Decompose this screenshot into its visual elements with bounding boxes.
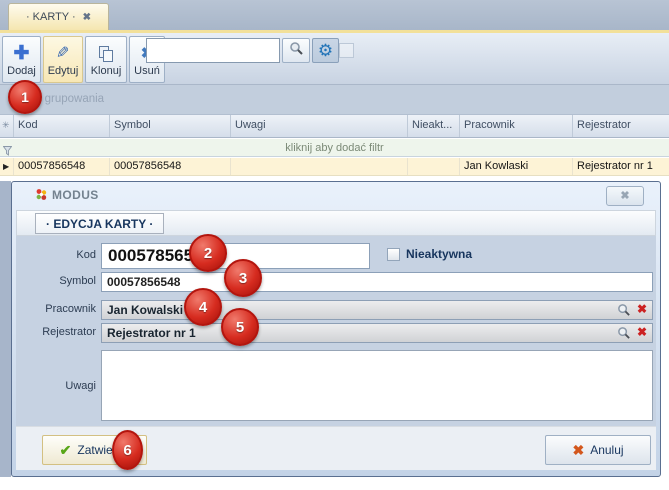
plus-icon: ✚ xyxy=(14,43,30,65)
delete-button-label: Usuń xyxy=(134,65,160,77)
lookup-clear-icon[interactable]: ✖ xyxy=(637,325,647,339)
cell-kod: 00057856548 xyxy=(14,158,110,175)
kod-label: Kod xyxy=(16,249,96,261)
lookup-search-icon[interactable] xyxy=(617,326,631,343)
column-header-nieaktywna[interactable]: Nieakt... xyxy=(408,115,460,137)
lookup-clear-icon[interactable]: ✖ xyxy=(637,302,647,316)
column-header-kod[interactable]: Kod xyxy=(14,115,110,137)
edit-button-label: Edytuj xyxy=(48,65,79,77)
nieaktywna-label: Nieaktywna xyxy=(406,247,472,261)
group-panel[interactable]: Panel grupowania xyxy=(0,85,669,114)
symbol-label: Symbol xyxy=(16,275,96,287)
gear-icon: ⚙ xyxy=(318,42,333,59)
pracownik-label: Pracownik xyxy=(16,303,96,315)
rejestrator-label: Rejestrator xyxy=(16,326,96,338)
rejestrator-value: Rejestrator nr 1 xyxy=(107,326,196,340)
cancel-button[interactable]: ✖ Anuluj xyxy=(545,435,651,465)
cell-rejestrator: Rejestrator nr 1 xyxy=(573,158,669,175)
section-header: · EDYCJA KARTY · xyxy=(16,210,656,236)
nieaktywna-checkbox[interactable] xyxy=(387,248,400,261)
tab-label: · KARTY · xyxy=(26,11,76,23)
copy-icon xyxy=(99,43,113,65)
toolbar-checkbox[interactable] xyxy=(339,43,354,58)
asterisk-icon[interactable]: ✳ xyxy=(0,115,14,137)
close-icon: ✖ xyxy=(620,190,629,202)
column-header-rejestrator[interactable]: Rejestrator xyxy=(573,115,669,137)
column-header-symbol[interactable]: Symbol xyxy=(110,115,231,137)
cell-nieaktywna xyxy=(408,158,460,175)
annotation-badge-4: 4 xyxy=(184,288,222,326)
row-indicator-icon: ▶ xyxy=(0,158,14,175)
clone-button[interactable]: Klonuj xyxy=(85,36,127,83)
lookup-search-icon[interactable] xyxy=(617,303,631,320)
dialog-title: MODUS xyxy=(52,188,99,202)
grid-header: ✳ Kod Symbol Uwagi Nieakt... Pracownik R… xyxy=(0,114,669,138)
dialog-modus: MODUS ✖ · EDYCJA KARTY · Kod Nieaktywna … xyxy=(11,181,661,477)
section-title: · EDYCJA KARTY · xyxy=(35,213,164,234)
clone-button-label: Klonuj xyxy=(91,65,122,77)
search-input[interactable] xyxy=(146,38,280,63)
edit-form: Kod Nieaktywna Symbol Pracownik Jan Kowa… xyxy=(16,236,656,426)
annotation-badge-2: 2 xyxy=(189,234,227,272)
app-logo-icon xyxy=(35,188,48,206)
cell-symbol: 00057856548 xyxy=(110,158,231,175)
check-icon: ✔ xyxy=(60,442,72,459)
add-button[interactable]: ✚ Dodaj xyxy=(2,36,41,83)
tab-close-icon[interactable]: ✖ xyxy=(83,12,91,23)
search-button[interactable] xyxy=(282,38,310,63)
annotation-badge-6: 6 xyxy=(112,430,143,470)
cell-uwagi xyxy=(231,158,408,175)
filter-hint: kliknij aby dodać filtr xyxy=(0,139,669,157)
column-header-pracownik[interactable]: Pracownik xyxy=(460,115,573,137)
annotation-badge-5: 5 xyxy=(221,308,259,346)
tab-bar: · KARTY · ✖ xyxy=(0,0,669,30)
cancel-x-icon: ✖ xyxy=(572,442,584,459)
grid-filter-row[interactable]: kliknij aby dodać filtr xyxy=(0,139,669,157)
dialog-close-button[interactable]: ✖ xyxy=(606,186,644,206)
add-button-label: Dodaj xyxy=(7,65,36,77)
annotation-badge-1: 1 xyxy=(8,80,42,114)
pracownik-value: Jan Kowalski xyxy=(107,303,183,317)
window-edge xyxy=(0,181,11,477)
cell-pracownik: Jan Kowlaski xyxy=(460,158,573,175)
tab-karty[interactable]: · KARTY · ✖ xyxy=(8,3,109,30)
edit-button[interactable]: ✎ Edytuj xyxy=(43,36,83,83)
annotation-badge-3: 3 xyxy=(224,259,262,297)
search-icon xyxy=(289,41,304,61)
rejestrator-lookup-field[interactable]: Rejestrator nr 1 ✖ xyxy=(101,323,653,343)
column-header-uwagi[interactable]: Uwagi xyxy=(231,115,408,137)
uwagi-label: Uwagi xyxy=(16,380,96,392)
cancel-button-label: Anuluj xyxy=(590,443,623,457)
uwagi-field[interactable] xyxy=(101,350,653,421)
symbol-field[interactable] xyxy=(101,272,653,292)
table-row[interactable]: ▶ 00057856548 00057856548 Jan Kowlaski R… xyxy=(0,158,669,176)
settings-button[interactable]: ⚙ xyxy=(312,38,339,63)
app-window: · KARTY · ✖ ✚ Dodaj ✎ Edytuj Klonuj ✖ Us… xyxy=(0,0,669,490)
pencil-icon: ✎ xyxy=(56,43,69,65)
